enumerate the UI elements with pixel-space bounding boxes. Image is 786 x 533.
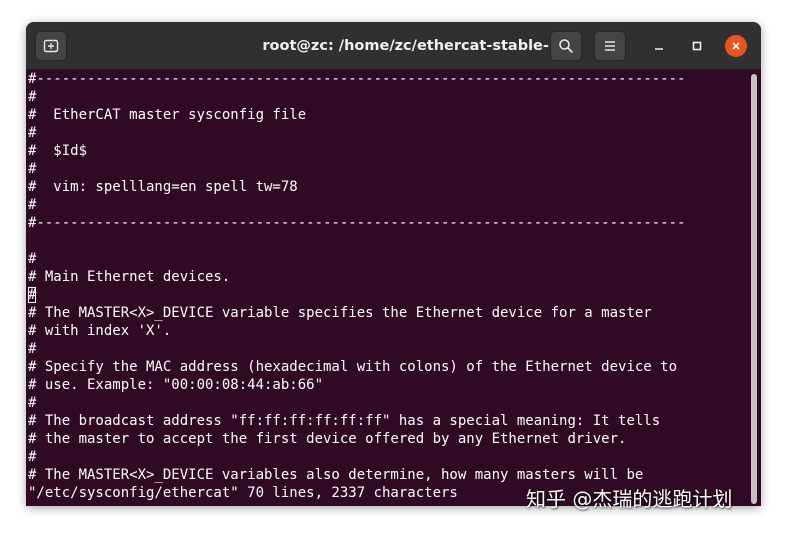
terminal-line: # use. Example: "00:00:08:44:ab:66" [28,377,324,393]
search-button[interactable] [550,31,582,61]
menu-button[interactable] [594,31,626,61]
scrollbar[interactable] [751,74,757,504]
terminal-line: # [28,161,37,177]
terminal-line: # The MASTER<X>_DEVICE variables also de… [28,467,644,483]
terminal-line: # with index 'X'. [28,323,172,339]
terminal-line: # $Id$ [28,143,88,159]
terminal-line: # The MASTER<X>_DEVICE variable specifie… [28,305,652,321]
terminal-line: # EtherCAT master sysconfig file [28,107,307,123]
close-button[interactable] [725,35,747,57]
search-icon [559,39,573,53]
new-tab-icon [43,39,59,53]
terminal-line: # The broadcast address "ff:ff:ff:ff:ff:… [28,413,661,429]
terminal-line: # [28,449,37,465]
minimize-icon [655,48,663,50]
title-bar[interactable]: root@zc: /home/zc/ethercat-stable-1.5 [26,22,761,70]
close-icon [732,42,740,50]
terminal-line: # [28,197,37,213]
terminal-line: # vim: spelllang=en spell tw=78 [28,179,298,195]
maximize-icon [692,41,702,51]
terminal-cursor: # [28,287,37,303]
terminal-output[interactable]: #---------------------------------------… [26,70,749,506]
status-line: "/etc/sysconfig/ethercat" 70 lines, 2337… [28,485,458,501]
watermark: 知乎 @杰瑞的逃跑计划 [526,487,733,511]
terminal-line: # [28,251,37,267]
terminal-line: #---------------------------------------… [28,215,686,231]
terminal-line: # [28,125,37,141]
terminal-line: # Main Ethernet devices. [28,269,231,285]
terminal-cursor-line: # [28,286,37,304]
hamburger-menu-icon [605,41,615,51]
terminal-line: # [28,89,37,105]
new-tab-button[interactable] [35,31,67,61]
terminal-line: # [28,395,37,411]
terminal-line: # the master to accept the first device … [28,431,627,447]
terminal-line: #---------------------------------------… [28,71,686,87]
terminal-line: # Specify the MAC address (hexadecimal w… [28,359,678,375]
minimize-button[interactable] [647,34,671,58]
terminal-line: # [28,341,37,357]
maximize-button[interactable] [685,34,709,58]
terminal-window: root@zc: /home/zc/ethercat-stable-1.5 #-… [26,22,761,506]
